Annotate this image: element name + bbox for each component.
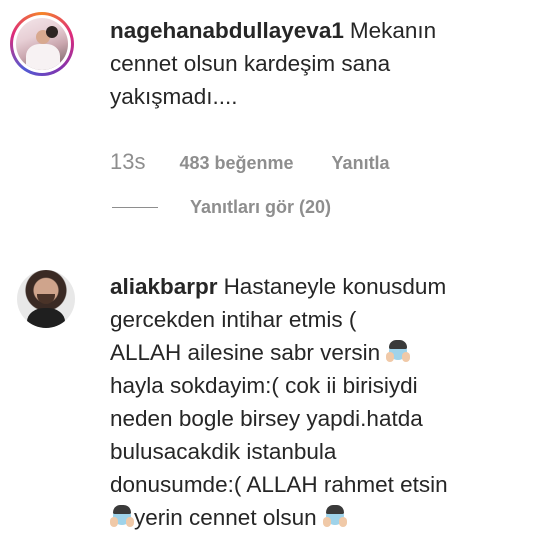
avatar[interactable] [17,270,75,328]
view-replies-label[interactable]: Yanıtları gör (20) [190,197,331,218]
comment-body-line: hayla sokdayim:( cok ii birisiydi [110,373,418,398]
reply-button[interactable]: Yanıtla [332,150,390,176]
comment-body-line: ALLAH ailesine sabr versin [110,340,381,365]
comment-body-line: donusumde:( ALLAH rahmet etsin [110,472,448,497]
username-link[interactable]: nagehanabdullayeva1 [110,18,344,43]
comment-body-line: neden bogle birsey yapdi.hatda [110,406,423,431]
comment-body-line: cennet olsun kardeşim sana [110,51,391,76]
face-with-hand-over-mouth-icon [110,505,134,529]
comment-body-line: Hastaneyle konusdum [223,274,447,299]
comment-body-line: bulusacakdik istanbula [110,439,337,464]
face-with-hand-over-mouth-icon [322,505,347,529]
username-link[interactable]: aliakbarpr [110,274,218,299]
comment-body-line: yerin cennet olsun [134,505,317,530]
comment-text: nagehanabdullayeva1 Mekanın cennet olsun … [110,14,540,113]
likes-count[interactable]: 483 beğenme [179,150,293,176]
comment-body-line: yakışmadı.... [110,84,238,109]
divider [112,207,158,208]
comment-body-line: Mekanın [349,18,437,43]
comment-text: aliakbarpr Hastaneyle konusdum gercekden … [110,270,540,534]
face-with-hand-over-mouth-icon [386,340,411,364]
comment-time: 13s [110,149,146,174]
view-replies-button[interactable]: Yanıtları gör (20) [112,197,331,218]
comment-body-line: gercekden intihar etmis ( [110,307,357,332]
avatar[interactable] [10,12,74,76]
comment-meta: 13s 483 beğenme Yanıtla [110,150,390,176]
